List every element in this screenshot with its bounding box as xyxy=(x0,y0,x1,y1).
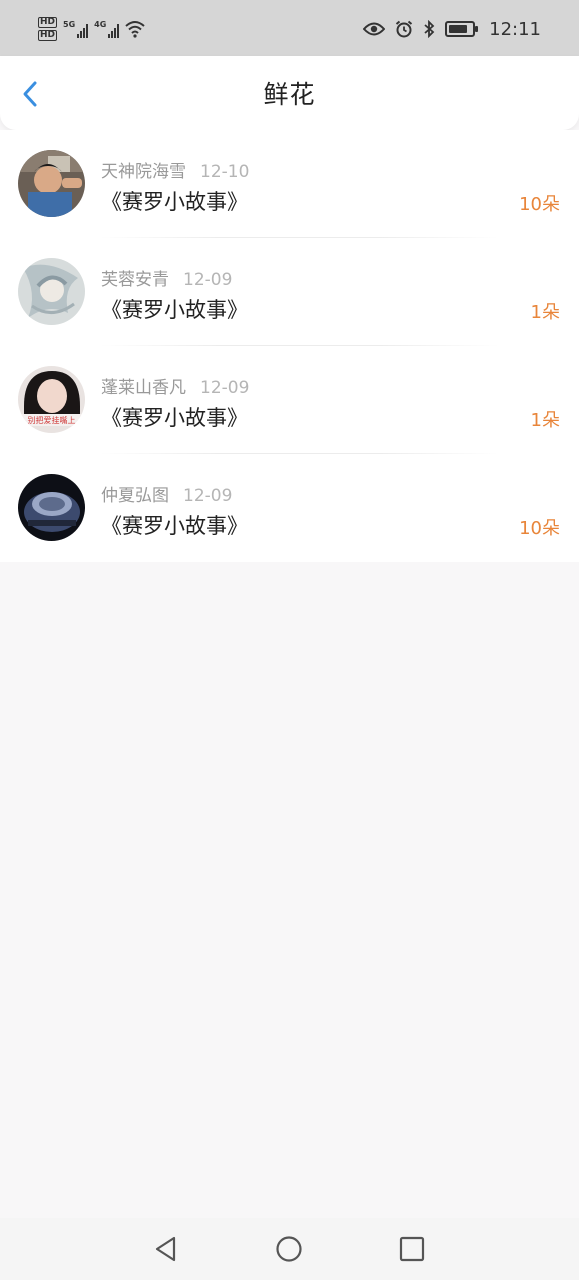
sender-line: 仲夏弘图 12-09 xyxy=(101,481,232,506)
hd-badge-2: HD xyxy=(38,30,58,41)
signal-bar xyxy=(77,34,80,38)
signal-5g-icon: 5G xyxy=(63,20,89,38)
eye-icon xyxy=(363,22,386,36)
flower-count: 1朵 xyxy=(530,410,560,431)
avatar-caption: 别把爱挂嘴上 xyxy=(28,415,76,425)
book-title-link[interactable]: 《赛罗小故事》 xyxy=(101,294,248,324)
book-title-link[interactable]: 《赛罗小故事》 xyxy=(101,402,248,432)
sender-line: 芙蓉安青 12-09 xyxy=(101,265,232,290)
list-item[interactable]: 天神院海雪 12-10 《赛罗小故事》 10朵 xyxy=(0,130,579,238)
status-right: 12:11 xyxy=(363,19,541,40)
signal-bar xyxy=(108,34,111,38)
system-navigation-bar xyxy=(0,1218,579,1280)
avatar[interactable] xyxy=(18,258,85,325)
signal-bar xyxy=(117,24,120,38)
book-title-link[interactable]: 《赛罗小故事》 xyxy=(101,510,248,540)
sender-line: 天神院海雪 12-10 xyxy=(101,157,249,182)
signal-bar xyxy=(83,28,86,38)
list-item[interactable]: 仲夏弘图 12-09 《赛罗小故事》 10朵 xyxy=(0,454,579,562)
network-5g-label: 5G xyxy=(63,20,76,29)
hd-indicators: HD HD xyxy=(38,17,58,41)
clock: 12:11 xyxy=(489,18,541,40)
battery-icon xyxy=(445,21,479,37)
signal-4g-icon: 4G xyxy=(94,20,120,38)
sender-name: 仲夏弘图 xyxy=(101,486,169,506)
bluetooth-icon xyxy=(424,20,435,38)
avatar-image xyxy=(18,150,85,217)
list-item[interactable]: 别把爱挂嘴上 蓬莱山香凡 12-09 《赛罗小故事》 1朵 xyxy=(0,346,579,454)
flower-count: 10朵 xyxy=(519,194,560,215)
back-triangle-icon[interactable] xyxy=(152,1235,180,1263)
alarm-icon xyxy=(395,20,413,38)
hd-badge-1: HD xyxy=(38,17,58,28)
flower-list: 天神院海雪 12-10 《赛罗小故事》 10朵 芙蓉安青 12-09 《赛罗小故事》… xyxy=(0,130,579,562)
status-bar: HD HD 5G 4G 12:11 xyxy=(0,0,579,58)
chevron-left-icon xyxy=(23,81,37,107)
wifi-icon xyxy=(125,21,145,38)
sent-date: 12-09 xyxy=(183,486,233,506)
flower-count: 1朵 xyxy=(530,302,560,323)
signal-bar xyxy=(114,28,117,38)
status-left: HD HD 5G 4G xyxy=(38,17,145,41)
page-title: 鲜花 xyxy=(263,80,316,109)
signal-bar xyxy=(86,24,89,38)
signal-bar xyxy=(111,31,114,38)
sender-name: 蓬莱山香凡 xyxy=(101,378,186,398)
avatar-image xyxy=(18,474,85,541)
flower-count: 10朵 xyxy=(519,518,560,539)
sent-date: 12-09 xyxy=(200,378,250,398)
sent-date: 12-10 xyxy=(200,162,250,182)
sender-name: 芙蓉安青 xyxy=(101,270,169,290)
header-bar: 鲜花 xyxy=(0,56,579,130)
sent-date: 12-09 xyxy=(183,270,233,290)
avatar-image: 别把爱挂嘴上 xyxy=(18,366,85,433)
recents-square-icon[interactable] xyxy=(398,1235,426,1263)
avatar[interactable]: 别把爱挂嘴上 xyxy=(18,366,85,433)
list-item[interactable]: 芙蓉安青 12-09 《赛罗小故事》 1朵 xyxy=(0,238,579,346)
network-4g-label: 4G xyxy=(94,20,107,29)
sender-name: 天神院海雪 xyxy=(101,162,186,182)
home-circle-icon[interactable] xyxy=(275,1235,303,1263)
back-button[interactable] xyxy=(18,80,44,108)
battery-level xyxy=(449,25,468,33)
book-title-link[interactable]: 《赛罗小故事》 xyxy=(101,186,248,216)
signal-bar xyxy=(80,31,83,38)
sender-line: 蓬莱山香凡 12-09 xyxy=(101,373,249,398)
avatar[interactable] xyxy=(18,474,85,541)
avatar[interactable] xyxy=(18,150,85,217)
avatar-image xyxy=(18,258,85,325)
